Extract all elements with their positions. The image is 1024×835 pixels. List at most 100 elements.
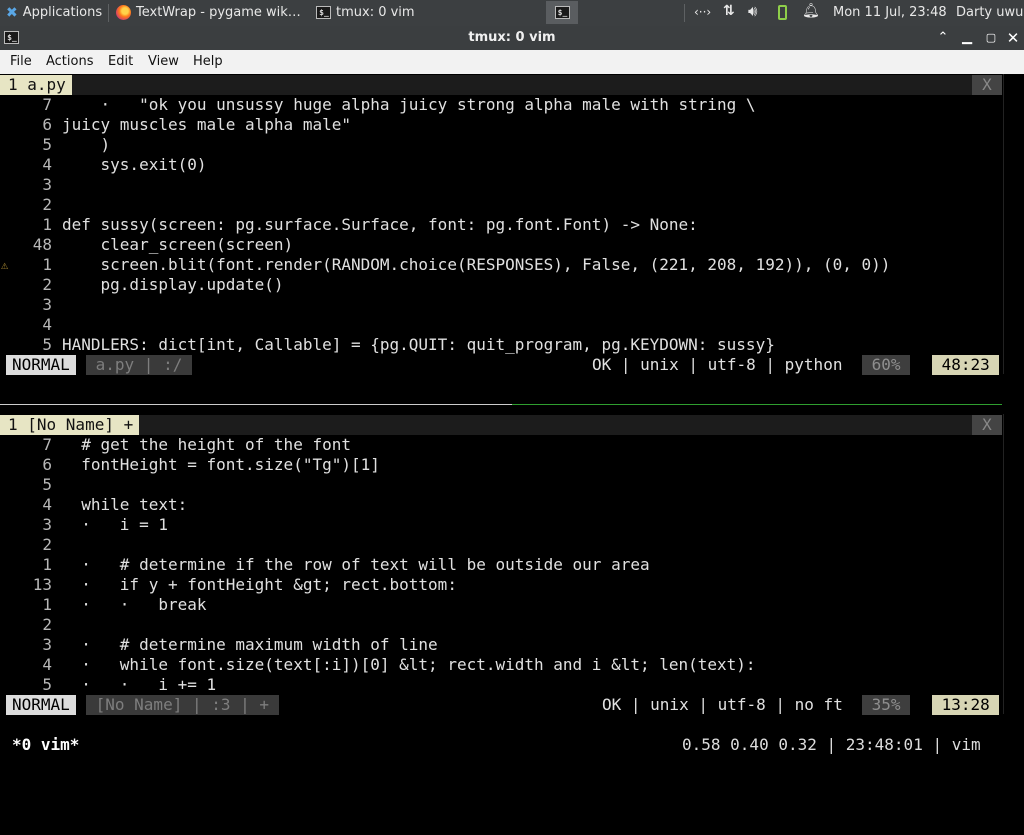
code-line[interactable]: 2 pg.display.update() — [0, 275, 1002, 295]
applications-menu[interactable]: ✖ Applications — [0, 1, 108, 24]
code-line[interactable]: 5 — [0, 475, 1002, 495]
code-text[interactable]: # get the height of the font — [62, 435, 351, 455]
vim-tab-close[interactable]: X — [972, 75, 1002, 95]
scrollbar[interactable] — [1003, 74, 1022, 374]
code-text[interactable]: · "ok you unsussy huge alpha juicy stron… — [62, 95, 756, 115]
window-titlebar[interactable]: $_ tmux: 0 vim ⌃ ▁ ▢ ✕ — [0, 26, 1024, 50]
code-text[interactable]: pg.display.update() — [62, 275, 284, 295]
tmux-status-right: 0.58 0.40 0.32 | 23:48:01 | vim — [682, 735, 981, 754]
menu-help[interactable]: Help — [193, 50, 223, 74]
code-line[interactable]: 4 · while font.size(text[:i])[0] &lt; re… — [0, 655, 1002, 675]
close-button[interactable]: ✕ — [1004, 29, 1022, 47]
code-line[interactable]: 2 — [0, 195, 1002, 215]
line-number: 2 — [42, 275, 52, 294]
scrollbar[interactable] — [1003, 414, 1022, 714]
code-line[interactable]: 3 · # determine maximum width of line — [0, 635, 1002, 655]
menu-bar: File Actions Edit View Help — [0, 50, 1024, 74]
code-line[interactable]: 5 ) — [0, 135, 1002, 155]
line-number: 6 — [42, 455, 52, 474]
code-line[interactable]: 2 — [0, 535, 1002, 555]
code-text[interactable]: while text: — [62, 495, 187, 515]
line-number: 7 — [42, 435, 52, 454]
notification-bell-icon[interactable]: 🔔︎ — [802, 3, 820, 19]
vim-tab-close[interactable]: X — [972, 415, 1002, 435]
network-icon[interactable]: ‹··› — [694, 5, 711, 19]
chevron-up-icon[interactable]: ⌃ — [934, 29, 952, 47]
code-line[interactable]: 1 def sussy(screen: pg.surface.Surface, f… — [0, 215, 1002, 235]
code-text[interactable]: · # determine if the row of text will be… — [62, 555, 649, 575]
code-line[interactable]: 13 · if y + fontHeight &gt; rect.bottom: — [0, 575, 1002, 595]
taskbar-item-label: TextWrap - pygame wik… — [136, 5, 301, 20]
terminal-icon: $_ — [554, 6, 570, 19]
taskbar-item-firefox[interactable]: TextWrap - pygame wik… — [110, 1, 310, 24]
code-line[interactable]: 3 — [0, 175, 1002, 195]
menu-file[interactable]: File — [10, 50, 32, 74]
volume-icon[interactable]: 🔊︎ — [748, 2, 757, 20]
maximize-button[interactable]: ▢ — [982, 29, 1000, 47]
vim-tab[interactable]: 1 a.py — [0, 75, 72, 95]
line-number: 3 — [42, 635, 52, 654]
code-line[interactable]: 48 clear_screen(screen) — [0, 235, 1002, 255]
code-line[interactable]: 7 # get the height of the font — [0, 435, 1002, 455]
line-number: 5 — [42, 475, 52, 494]
tmux-window-name[interactable]: *0 vim* — [12, 735, 79, 755]
code-line[interactable]: 5 HANDLERS: dict[int, Callable] = {pg.QUI… — [0, 335, 1002, 355]
code-text[interactable]: juicy muscles male alpha male" — [62, 115, 351, 135]
vim-file-segment: [No Name] | :3 | + — [86, 695, 279, 715]
minimize-button[interactable]: ▁ — [958, 29, 976, 47]
code-line[interactable]: 3 — [0, 295, 1002, 315]
taskbar-item-label: tmux: 0 vim — [336, 5, 415, 20]
code-text[interactable]: · · i += 1 — [62, 675, 216, 695]
battery-icon[interactable] — [778, 5, 787, 20]
code-text[interactable]: · · break — [62, 595, 206, 615]
menu-edit[interactable]: Edit — [108, 50, 133, 74]
code-text[interactable]: · while font.size(text[:i])[0] &lt; rect… — [62, 655, 755, 675]
line-number: 6 — [42, 115, 52, 134]
code-line[interactable]: 6 fontHeight = font.size("Tg")[1] — [0, 455, 1002, 475]
line-number: 1 — [42, 215, 52, 234]
code-line[interactable]: 4 sys.exit(0) — [0, 155, 1002, 175]
code-text[interactable]: def sussy(screen: pg.surface.Surface, fo… — [62, 215, 698, 235]
applications-label: Applications — [22, 5, 103, 20]
code-line[interactable]: ⚠ 1 screen.blit(font.render(RANDOM.choice… — [0, 255, 1002, 275]
code-line[interactable]: 7 · "ok you unsussy huge alpha juicy str… — [0, 95, 1002, 115]
data-transfer-icon[interactable]: ⇅ — [723, 3, 735, 19]
panel-separator — [684, 4, 685, 22]
line-number: 7 — [42, 95, 52, 114]
code-text[interactable]: sys.exit(0) — [62, 155, 207, 175]
workspace-switcher[interactable]: $_ — [546, 1, 578, 24]
vim-tabline: 1 [No Name] + X — [0, 415, 1002, 435]
code-line[interactable]: 3 · i = 1 — [0, 515, 1002, 535]
code-text[interactable]: clear_screen(screen) — [62, 235, 294, 255]
code-text[interactable]: · if y + fontHeight &gt; rect.bottom: — [62, 575, 457, 595]
code-line[interactable]: 4 — [0, 315, 1002, 335]
vim-tabline: 1 a.py X — [0, 75, 1002, 95]
code-text[interactable]: · # determine maximum width of line — [62, 635, 437, 655]
code-line[interactable]: 4 while text: — [0, 495, 1002, 515]
line-number: 5 — [42, 135, 52, 154]
code-text[interactable]: HANDLERS: dict[int, Callable] = {pg.QUIT… — [62, 335, 775, 355]
code-text[interactable]: screen.blit(font.render(RANDOM.choice(RE… — [62, 255, 891, 275]
menu-actions[interactable]: Actions — [46, 50, 94, 74]
code-text[interactable]: ) — [62, 135, 111, 155]
line-number: 3 — [42, 515, 52, 534]
line-number: 4 — [42, 495, 52, 514]
xfce-logo-icon: ✖ — [6, 4, 18, 21]
user-menu[interactable]: Darty uwu — [956, 0, 1023, 26]
terminal-area[interactable]: 1 a.py X 7 · "ok you unsussy huge alpha … — [0, 74, 1024, 768]
clock[interactable]: Mon 11 Jul, 23:48 — [833, 0, 947, 26]
code-text[interactable]: · i = 1 — [62, 515, 168, 535]
code-line[interactable]: 6 juicy muscles male alpha male" — [0, 115, 1002, 135]
code-line[interactable]: 1 · # determine if the row of text will … — [0, 555, 1002, 575]
code-text[interactable]: fontHeight = font.size("Tg")[1] — [62, 455, 380, 475]
taskbar-item-terminal[interactable]: $_ tmux: 0 vim — [310, 1, 510, 24]
terminal-icon: $_ — [316, 6, 331, 19]
code-line[interactable]: 1 · · break — [0, 595, 1002, 615]
pane-divider-active — [512, 404, 1002, 405]
panel-separator — [108, 4, 109, 22]
vim-tab[interactable]: 1 [No Name] + — [0, 415, 140, 435]
menu-view[interactable]: View — [148, 50, 179, 74]
top-panel: ✖ Applications TextWrap - pygame wik… $_… — [0, 0, 1024, 26]
code-line[interactable]: 2 — [0, 615, 1002, 635]
code-line[interactable]: 5 · · i += 1 — [0, 675, 1002, 695]
